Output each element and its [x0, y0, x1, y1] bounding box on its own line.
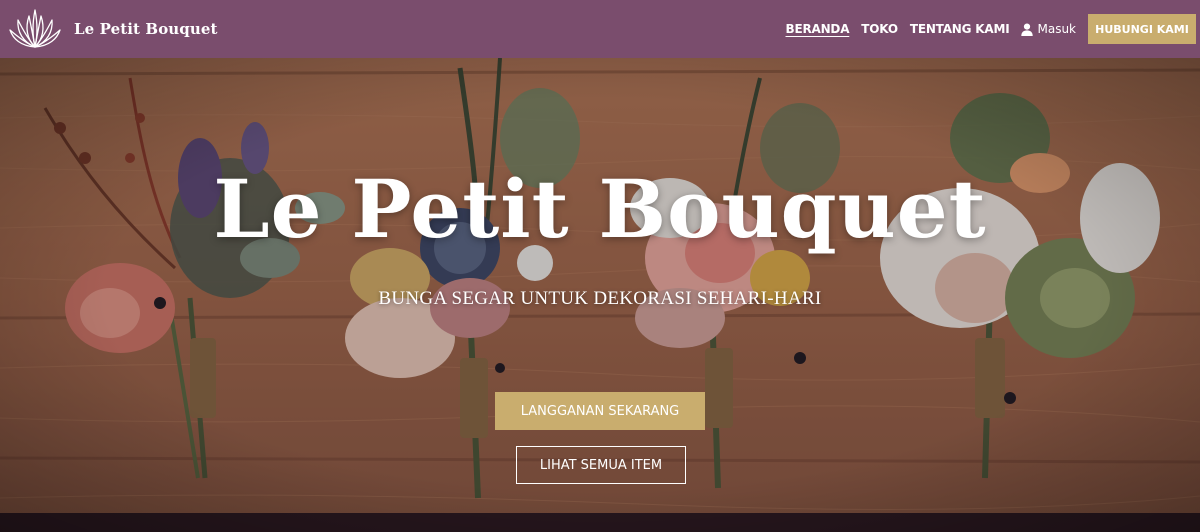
nav-link-toko[interactable]: TOKO — [861, 22, 898, 36]
navbar: Le Petit Bouquet BERANDA TOKO TENTANG KA… — [0, 0, 1200, 58]
brand-link[interactable]: Le Petit Bouquet — [6, 6, 218, 52]
nav-link-beranda[interactable]: BERANDA — [786, 22, 850, 36]
view-all-items-button[interactable]: LIHAT SEMUA ITEM — [516, 446, 686, 484]
login-label: Masuk — [1037, 22, 1076, 36]
hero-subtitle: BUNGA SEGAR UNTUK DEKORASI SEHARI-HARI — [378, 288, 822, 309]
nav-links: BERANDA TOKO TENTANG KAMI Masuk HUBUNGI … — [786, 0, 1200, 58]
login-link[interactable]: Masuk — [1021, 22, 1076, 36]
lotus-logo-icon — [9, 9, 61, 48]
subscribe-now-button[interactable]: LANGGANAN SEKARANG — [495, 392, 705, 430]
nav-link-tentang-kami[interactable]: TENTANG KAMI — [910, 22, 1010, 36]
hero-title: Le Petit Bouquet — [213, 162, 987, 256]
contact-button[interactable]: HUBUNGI KAMI — [1088, 14, 1196, 44]
user-icon — [1021, 23, 1034, 36]
hero-section: Le Petit Bouquet BUNGA SEGAR UNTUK DEKOR… — [0, 58, 1200, 532]
brand-name: Le Petit Bouquet — [74, 20, 218, 38]
